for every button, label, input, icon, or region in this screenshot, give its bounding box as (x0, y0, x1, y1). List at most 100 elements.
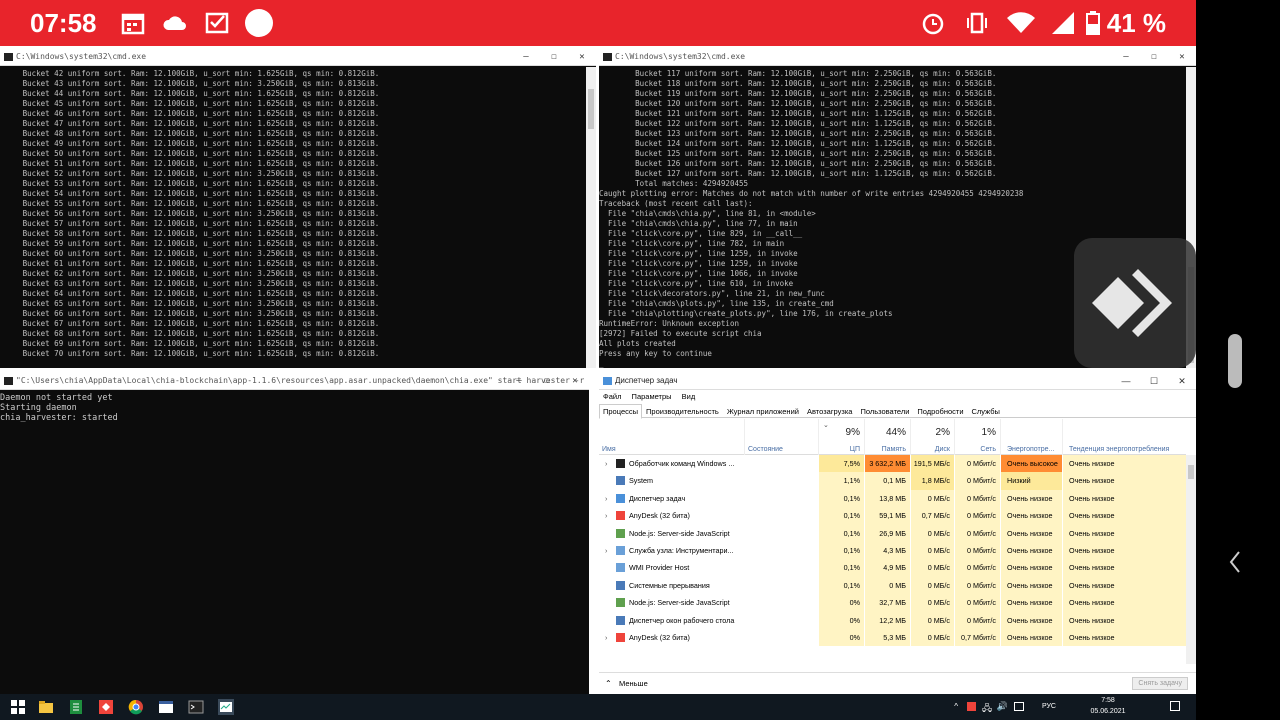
console-line: Bucket 120 uniform sort. Ram: 12.100GiB,… (599, 99, 997, 108)
process-state-cell (745, 472, 819, 489)
process-mem-cell: 4,9 МБ (865, 559, 911, 577)
close-button[interactable]: ✕ (1168, 48, 1196, 65)
tab-performance[interactable]: Производительность (642, 404, 723, 419)
notification-icon[interactable] (1170, 701, 1180, 711)
clock-date[interactable]: 05.06.2021 (1088, 708, 1128, 715)
maximize-button[interactable]: ☐ (540, 48, 568, 65)
minimize-button[interactable]: — (512, 48, 540, 65)
terminal-icon[interactable] (188, 699, 204, 715)
process-net-cell: 0 Мбит/с (955, 489, 1001, 508)
end-task-button[interactable]: Снять задачу (1132, 677, 1188, 690)
process-row[interactable]: › Обработчик команд Windows ... 7,5% 3 632,… (599, 455, 1186, 473)
col-network[interactable]: 1% Сеть (955, 419, 1001, 455)
console-line: Bucket 53 uniform sort. Ram: 12.100GiB, … (0, 179, 380, 188)
anydesk-icon[interactable] (98, 699, 114, 715)
minimize-button[interactable]: — (1112, 48, 1140, 65)
maximize-button[interactable]: ☐ (533, 372, 561, 389)
col-disk[interactable]: 2% Диск (911, 419, 955, 455)
expand-chevron-icon[interactable]: › (605, 455, 607, 472)
process-name-cell: Node.js: Server-side JavaScript (599, 594, 745, 611)
expand-chevron-icon[interactable]: › (605, 490, 607, 507)
maximize-button[interactable]: ☐ (1140, 372, 1168, 389)
cmd-icon (4, 53, 13, 61)
process-row[interactable]: Node.js: Server-side JavaScript 0% 32,7 МБ… (599, 594, 1186, 612)
process-state-cell (745, 559, 819, 576)
chevron-up-icon[interactable]: ^ (954, 702, 958, 711)
file-explorer-icon[interactable] (38, 699, 54, 715)
col-power-trend[interactable]: Тенденция энергопотребления (1063, 419, 1186, 455)
app-window-icon[interactable] (158, 699, 174, 715)
tab-details[interactable]: Подробности (913, 404, 967, 419)
col-cpu[interactable]: ⌄ 9% ЦП (819, 419, 865, 455)
close-button[interactable]: ✕ (1168, 372, 1196, 389)
scrollbar-thumb[interactable] (588, 89, 594, 129)
menu-options[interactable]: Параметры (632, 392, 672, 401)
process-row[interactable]: System 1,1% 0,1 МБ 1,8 МБ/с 0 Мбит/с Низкий Оч… (599, 472, 1186, 490)
fewer-details-link[interactable]: Меньше (619, 679, 648, 688)
process-row[interactable]: Node.js: Server-side JavaScript 0,1% 26,9 … (599, 524, 1186, 542)
battery-level: 41 % (1106, 8, 1166, 38)
process-row[interactable]: › AnyDesk (32 бита) 0% 5,3 МБ 0 МБ/с 0,7 Мбит… (599, 628, 1186, 647)
process-row[interactable]: Системные прерывания 0,1% 0 МБ 0 МБ/с 0 Мбит… (599, 576, 1186, 595)
process-row[interactable]: › Диспетчер задач 0,1% 13,8 МБ 0 МБ/с 0 Мбит/… (599, 489, 1186, 508)
close-button[interactable]: ✕ (568, 48, 596, 65)
tab-processes[interactable]: Процессы (599, 404, 643, 419)
clock-time[interactable]: 7:58 (1088, 697, 1128, 704)
anydesk-tray-icon[interactable] (967, 702, 976, 711)
close-button[interactable]: ✕ (561, 372, 589, 389)
tab-users[interactable]: Пользователи (856, 404, 913, 419)
process-power-cell: Очень низкое (1001, 541, 1063, 560)
scrollbar-thumb[interactable] (1188, 465, 1194, 479)
sheets-icon[interactable] (68, 699, 84, 715)
task-manager-window[interactable]: Диспетчер задач — ☐ ✕ Файл Параметры Вид П… (599, 372, 1196, 694)
taskmgr-titlebar[interactable]: Диспетчер задач — ☐ ✕ (599, 372, 1196, 390)
chevron-left-icon[interactable] (1228, 550, 1242, 574)
col-name[interactable]: Имя (599, 419, 745, 455)
display-icon[interactable] (1014, 702, 1024, 711)
scrollbar[interactable] (1186, 455, 1196, 664)
console-line: Traceback (most recent call last): (599, 199, 753, 208)
menu-view[interactable]: Вид (682, 392, 696, 401)
language-indicator[interactable]: РУС (1042, 703, 1056, 710)
console-line: Bucket 121 uniform sort. Ram: 12.100GiB,… (599, 109, 997, 118)
console-line: File "chia\cmds\chia.py", line 81, in <m… (599, 209, 816, 218)
chrome-icon[interactable] (128, 699, 144, 715)
process-row[interactable]: › Служба узла: Инструментари... 0,1% 4,3 МБ… (599, 541, 1186, 560)
cmd-titlebar[interactable]: C:\Windows\system32\cmd.exe — ☐ ✕ (599, 48, 1196, 66)
process-disk-cell: 0 МБ/с (911, 594, 955, 612)
process-power-trend-cell: Очень низкое (1063, 472, 1186, 490)
tab-services[interactable]: Службы (968, 404, 1004, 419)
expand-chevron-icon[interactable]: › (605, 629, 607, 646)
minimize-button[interactable]: — (505, 372, 533, 389)
col-memory[interactable]: 44% Память (865, 419, 911, 455)
task-manager-taskbar-icon[interactable] (218, 699, 234, 715)
process-state-cell (745, 490, 819, 507)
col-state[interactable]: Состояние (745, 419, 819, 455)
chevron-up-icon[interactable]: ⌃ (605, 679, 612, 688)
col-power[interactable]: Энергопотре... (1001, 419, 1063, 455)
windows-start-icon[interactable] (10, 699, 26, 715)
expand-chevron-icon[interactable]: › (605, 542, 607, 559)
network-icon[interactable]: 🖧 (982, 701, 992, 717)
process-row[interactable]: › AnyDesk (32 бита) 0,1% 59,1 МБ 0,7 МБ/с 0 М… (599, 507, 1186, 525)
process-row[interactable]: WMI Provider Host 0,1% 4,9 МБ 0 МБ/с 0 Мбит/… (599, 559, 1186, 577)
volume-icon[interactable]: 🔊 (997, 701, 1008, 712)
maximize-button[interactable]: ☐ (1140, 48, 1168, 65)
process-row[interactable]: Диспетчер окон рабочего стола 0% 12,2 МБ 0 … (599, 611, 1186, 629)
cmd-window-3[interactable]: "C:\Users\chia\AppData\Local\chia-blockc… (0, 372, 589, 694)
expand-chevron-icon[interactable]: › (605, 507, 607, 524)
tab-app-history[interactable]: Журнал приложений (723, 404, 803, 419)
process-disk-cell: 0 МБ/с (911, 489, 955, 508)
menu-bar: Файл Параметры Вид (603, 392, 703, 401)
cmd-window-1[interactable]: C:\Windows\system32\cmd.exe — ☐ ✕ Bucket 4… (0, 48, 596, 368)
anydesk-overlay-icon[interactable] (1074, 238, 1196, 368)
tab-startup[interactable]: Автозагрузка (803, 404, 857, 419)
cmd-titlebar[interactable]: "C:\Users\chia\AppData\Local\chia-blockc… (0, 372, 589, 390)
menu-file[interactable]: Файл (603, 392, 621, 401)
minimize-button[interactable]: — (1112, 372, 1140, 389)
scrollbar[interactable] (586, 67, 596, 368)
process-cpu-cell: 0% (819, 611, 865, 629)
console-line: Bucket 67 uniform sort. Ram: 12.100GiB, … (0, 319, 380, 328)
side-scroll-handle[interactable] (1228, 334, 1242, 388)
cmd-titlebar[interactable]: C:\Windows\system32\cmd.exe — ☐ ✕ (0, 48, 596, 66)
